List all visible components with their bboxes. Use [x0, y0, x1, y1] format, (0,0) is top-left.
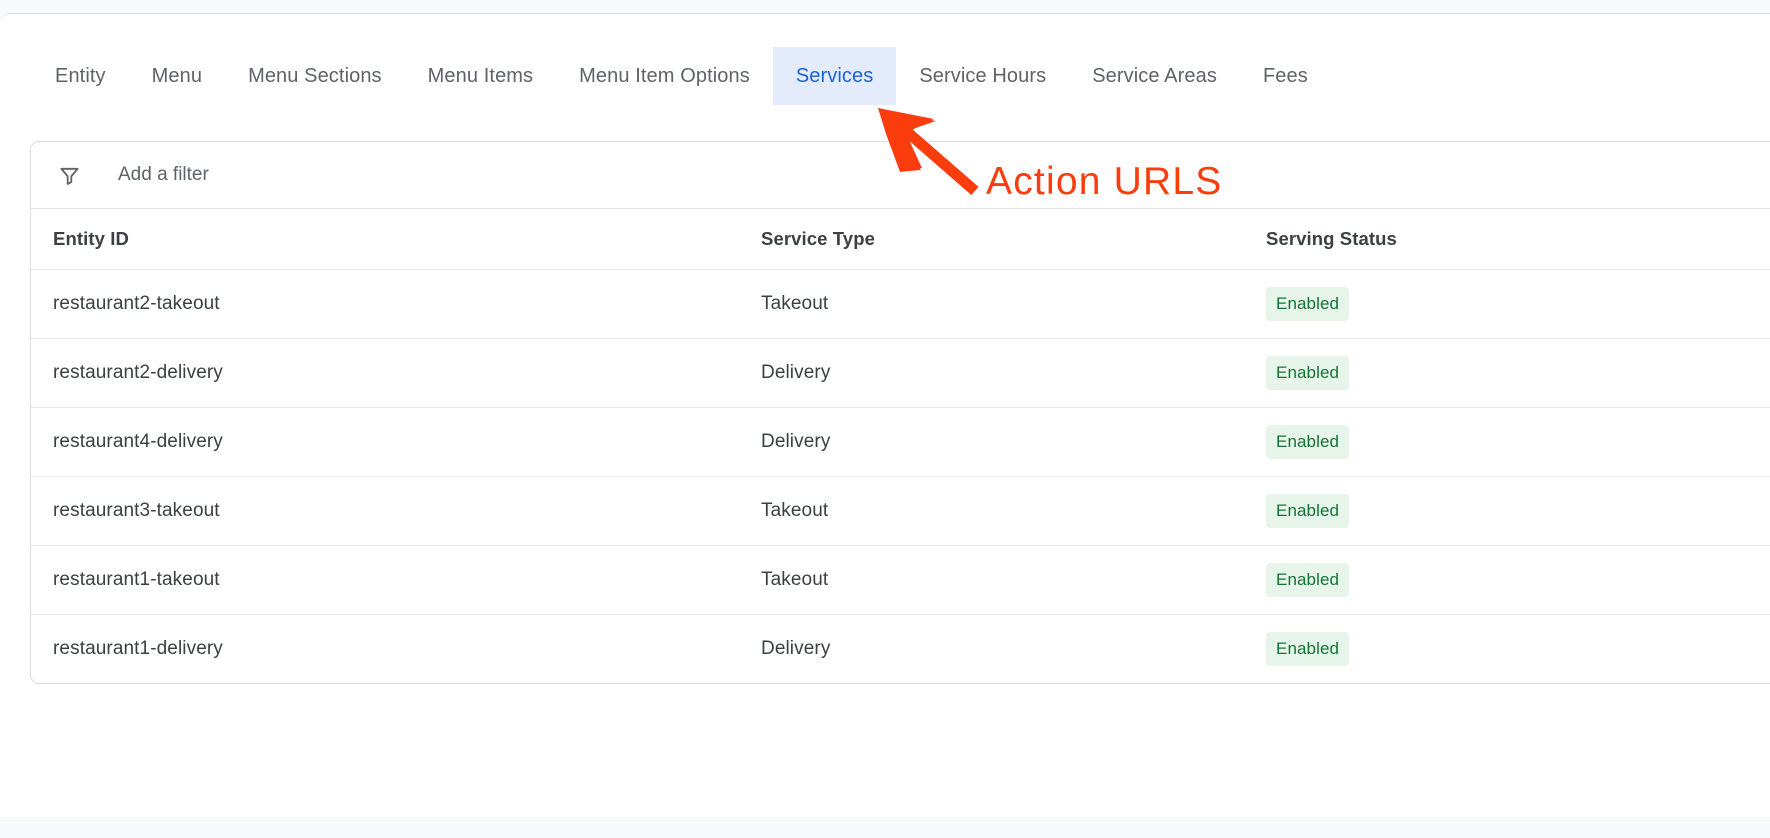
cell-serving-status: Enabled	[1266, 544, 1770, 614]
tab-menu-items[interactable]: Menu Items	[405, 47, 556, 105]
cell-serving-status: Enabled	[1266, 337, 1770, 407]
cell-service-type: Delivery	[761, 406, 1266, 476]
app-root: Entity Menu Menu Sections Menu Items Men…	[0, 0, 1770, 838]
cell-serving-status: Enabled	[1266, 613, 1770, 683]
cell-entity-id: restaurant3-takeout	[31, 475, 761, 545]
column-header-entity-id[interactable]: Entity ID	[31, 209, 761, 269]
table-row[interactable]: restaurant1-delivery Delivery Enabled	[31, 613, 1770, 683]
table-row[interactable]: restaurant2-delivery Delivery Enabled	[31, 337, 1770, 407]
cell-service-type: Delivery	[761, 337, 1266, 407]
content-panel: Entity Menu Menu Sections Menu Items Men…	[0, 13, 1770, 817]
cell-service-type: Delivery	[761, 613, 1266, 683]
status-badge: Enabled	[1266, 562, 1350, 597]
services-table: Entity ID Service Type Serving Status re…	[31, 209, 1770, 683]
table-row[interactable]: restaurant3-takeout Takeout Enabled	[31, 475, 1770, 545]
status-badge: Enabled	[1266, 424, 1350, 459]
tab-label: Service Hours	[919, 65, 1047, 87]
tab-entity[interactable]: Entity	[32, 47, 129, 105]
column-header-serving-status[interactable]: Serving Status	[1266, 209, 1770, 269]
entity-tab-bar: Entity Menu Menu Sections Menu Items Men…	[0, 14, 1770, 105]
tab-menu-sections[interactable]: Menu Sections	[225, 47, 405, 105]
cell-service-type: Takeout	[761, 268, 1266, 338]
tab-label: Fees	[1262, 65, 1308, 87]
table-body: restaurant2-takeout Takeout Enabled rest…	[31, 268, 1770, 683]
table-row[interactable]: restaurant4-delivery Delivery Enabled	[31, 406, 1770, 476]
tab-label: Menu Sections	[248, 65, 382, 87]
tab-label: Menu	[151, 65, 203, 87]
cell-entity-id: restaurant1-takeout	[31, 544, 761, 614]
table-row[interactable]: restaurant1-takeout Takeout Enabled	[31, 544, 1770, 614]
column-header-service-type[interactable]: Service Type	[761, 209, 1266, 269]
filter-funnel-icon[interactable]	[53, 159, 85, 191]
tab-service-hours[interactable]: Service Hours	[896, 47, 1069, 105]
cell-entity-id: restaurant4-delivery	[31, 406, 761, 476]
table-row[interactable]: restaurant2-takeout Takeout Enabled	[31, 268, 1770, 338]
tab-menu[interactable]: Menu	[129, 47, 225, 105]
filter-bar	[31, 142, 1770, 209]
tab-label: Entity	[55, 65, 106, 87]
table-header-row: Entity ID Service Type Serving Status	[31, 209, 1770, 269]
services-table-card: Entity ID Service Type Serving Status re…	[30, 141, 1770, 684]
cell-serving-status: Enabled	[1266, 268, 1770, 338]
tab-menu-item-options[interactable]: Menu Item Options	[556, 47, 773, 105]
cell-service-type: Takeout	[761, 475, 1266, 545]
table-header: Entity ID Service Type Serving Status	[31, 209, 1770, 269]
cell-service-type: Takeout	[761, 544, 1266, 614]
cell-serving-status: Enabled	[1266, 406, 1770, 476]
tab-label: Menu Items	[427, 65, 534, 87]
cell-entity-id: restaurant2-takeout	[31, 268, 761, 338]
tab-services[interactable]: Services	[772, 47, 897, 105]
cell-entity-id: restaurant2-delivery	[31, 337, 761, 407]
filter-input[interactable]	[118, 158, 678, 192]
cell-serving-status: Enabled	[1266, 475, 1770, 545]
tab-label: Service Areas	[1092, 65, 1217, 87]
status-badge: Enabled	[1266, 286, 1350, 321]
tab-label: Menu Item Options	[579, 65, 750, 87]
tab-label: Services	[795, 65, 874, 87]
status-badge: Enabled	[1266, 631, 1350, 666]
tab-fees[interactable]: Fees	[1240, 47, 1331, 105]
tab-service-areas[interactable]: Service Areas	[1069, 47, 1240, 105]
status-badge: Enabled	[1266, 355, 1350, 390]
status-badge: Enabled	[1266, 493, 1350, 528]
cell-entity-id: restaurant1-delivery	[31, 613, 761, 683]
